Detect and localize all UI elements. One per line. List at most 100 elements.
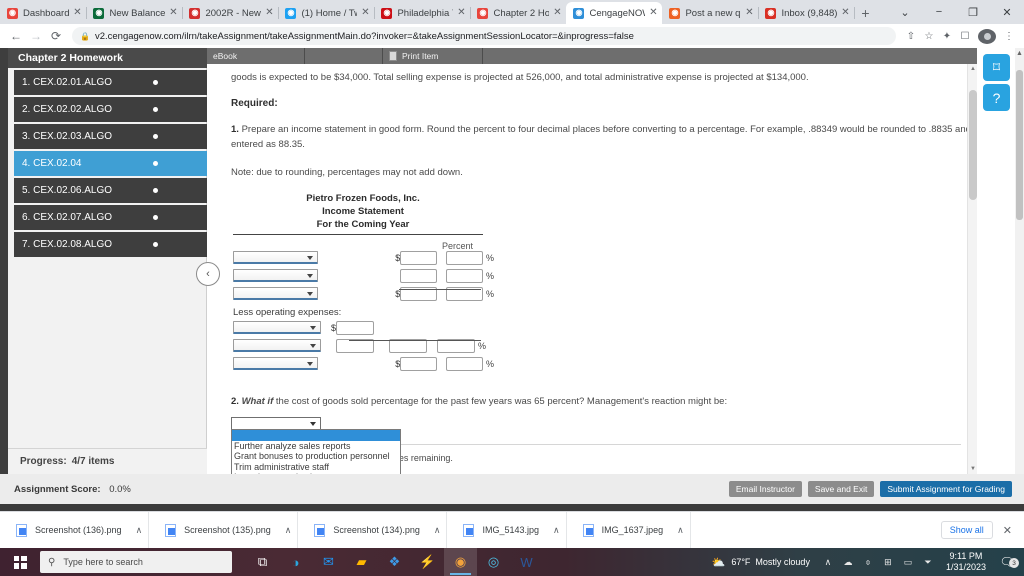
browser-tab-0[interactable]: ◉ Dashboard ✕ xyxy=(0,2,88,24)
tab-search-button[interactable]: ⌄ xyxy=(888,6,922,19)
q2-dropdown-list[interactable]: Further analyze sales reports Grant bonus… xyxy=(231,429,401,474)
tray-icon-0[interactable]: ∧ xyxy=(818,557,838,568)
side-panel-icon[interactable]: ☐ xyxy=(956,31,974,42)
tray-icon-2[interactable]: ⌽ xyxy=(858,557,878,568)
tab-blank-1[interactable] xyxy=(305,48,383,64)
q2-option-4[interactable]: Investigate production cost management xyxy=(232,472,400,474)
sidebar-collapse-icon[interactable]: ‹ xyxy=(196,262,220,286)
extensions-icon[interactable]: ✦ xyxy=(938,31,956,42)
tab-close-icon[interactable]: ✕ xyxy=(552,8,562,18)
chrome-icon[interactable]: ◉ xyxy=(444,548,477,576)
task-view-icon[interactable]: ⧉ xyxy=(246,548,279,576)
taskbar-search-input[interactable]: ⚲ Type here to search xyxy=(40,551,232,573)
tab-close-icon[interactable]: ✕ xyxy=(168,8,178,18)
q2-option-2[interactable]: Grant bonuses to production personnel xyxy=(232,451,400,462)
browser-tab-4[interactable]: ◉ Philadelphia 7 ✕ xyxy=(374,2,472,24)
download-item-2[interactable]: Screenshot (134).png ∧ xyxy=(298,511,448,549)
download-item-4[interactable]: IMG_1637.jpeg ∧ xyxy=(567,511,691,549)
weather-widget[interactable]: ⛅ 67°F Mostly cloudy xyxy=(712,556,810,569)
q2-option-0[interactable] xyxy=(232,430,400,441)
back-icon[interactable]: ← xyxy=(6,29,26,43)
file-explorer-icon[interactable]: ▰ xyxy=(345,548,378,576)
tray-icon-5[interactable]: ⏷ xyxy=(918,557,938,568)
sidebar-item-1[interactable]: 1. CEX.02.01.ALGO xyxy=(14,70,207,95)
account-select[interactable] xyxy=(233,287,318,300)
sidebar-item-2[interactable]: 2. CEX.02.02.ALGO xyxy=(14,97,207,122)
chevron-up-icon[interactable]: ∧ xyxy=(677,525,684,536)
sidebar-item-3[interactable]: 3. CEX.02.03.ALGO xyxy=(14,124,207,149)
tray-icon-4[interactable]: ▭ xyxy=(898,557,918,568)
new-tab-button[interactable]: + xyxy=(854,2,876,24)
page-scrollbar-thumb[interactable] xyxy=(1016,70,1023,220)
sidebar-item-7[interactable]: 7. CEX.02.08.ALGO xyxy=(14,232,207,257)
amount-input[interactable] xyxy=(400,356,437,371)
tab-close-icon[interactable]: ✕ xyxy=(744,8,754,18)
word-icon[interactable]: W xyxy=(510,548,543,576)
media-icon[interactable]: ◎ xyxy=(477,548,510,576)
share-icon[interactable]: ⇧ xyxy=(902,31,920,42)
account-select[interactable] xyxy=(233,339,321,352)
chevron-up-icon[interactable]: ∧ xyxy=(434,525,441,536)
amount-input[interactable] xyxy=(400,250,437,265)
tab-print-item[interactable]: Print Item xyxy=(383,48,483,64)
notification-center-button[interactable]: 🗨 3 xyxy=(994,555,1020,569)
download-item-1[interactable]: Screenshot (135).png ∧ xyxy=(149,511,299,549)
sidebar-item-4[interactable]: 4. CEX.02.04 xyxy=(14,151,207,176)
headset-icon[interactable]: ⌑ xyxy=(983,54,1010,81)
percent-input[interactable] xyxy=(446,250,483,265)
mid-amount-input[interactable] xyxy=(336,320,374,335)
tab-close-icon[interactable]: ✕ xyxy=(72,8,82,18)
close-window-button[interactable]: ✕ xyxy=(990,6,1024,19)
browser-menu-icon[interactable]: ⋮ xyxy=(1000,31,1018,42)
browser-tab-3[interactable]: ◉ (1) Home / Twi ✕ xyxy=(278,2,376,24)
scroll-up-icon[interactable]: ▲ xyxy=(1016,50,1023,57)
chevron-up-icon[interactable]: ∧ xyxy=(285,525,292,536)
address-bar[interactable]: 🔒 v2.cengagenow.com/ilrn/takeAssignment/… xyxy=(72,27,896,45)
reload-icon[interactable]: ⟳ xyxy=(46,29,66,43)
tab-close-icon[interactable]: ✕ xyxy=(264,8,274,18)
minimize-button[interactable]: − xyxy=(922,6,956,18)
account-select[interactable] xyxy=(233,357,318,370)
sidebar-item-6[interactable]: 6. CEX.02.07.ALGO xyxy=(14,205,207,230)
account-select[interactable] xyxy=(233,269,318,282)
download-item-3[interactable]: IMG_5143.jpg ∧ xyxy=(447,511,567,549)
tab-ebook[interactable]: eBook xyxy=(207,48,305,64)
tab-close-icon[interactable]: ✕ xyxy=(360,8,370,18)
start-button[interactable] xyxy=(0,548,40,576)
scrollbar-thumb[interactable] xyxy=(969,90,977,200)
percent-input[interactable] xyxy=(446,268,483,283)
browser-tab-7[interactable]: ◉ Post a new qu ✕ xyxy=(662,2,760,24)
close-downloads-icon[interactable]: ✕ xyxy=(1003,524,1012,537)
lightning-icon[interactable]: ⚡ xyxy=(411,548,444,576)
save-and-exit-button[interactable]: Save and Exit xyxy=(807,481,875,497)
question-mark-icon[interactable]: ? xyxy=(983,84,1010,111)
percent-input[interactable] xyxy=(446,356,483,371)
tab-close-icon[interactable]: ✕ xyxy=(648,8,658,18)
tray-icon-1[interactable]: ☁ xyxy=(838,557,858,568)
browser-tab-1[interactable]: ◉ New Balance ✕ xyxy=(86,2,184,24)
tab-close-icon[interactable]: ✕ xyxy=(840,8,850,18)
browser-tab-5[interactable]: ◉ Chapter 2 Hom✕ xyxy=(470,2,566,24)
email-instructor-button[interactable]: Email Instructor xyxy=(728,481,802,497)
account-select[interactable] xyxy=(233,321,321,334)
q2-option-3[interactable]: Trim administrative staff xyxy=(232,462,400,473)
download-item-0[interactable]: Screenshot (136).png ∧ xyxy=(0,511,150,549)
edge-icon[interactable]: ◑ xyxy=(279,548,312,576)
dropbox-icon[interactable]: ❖ xyxy=(378,548,411,576)
show-all-downloads-button[interactable]: Show all xyxy=(940,521,993,539)
maximize-button[interactable]: ❐ xyxy=(956,6,990,19)
bookmark-star-icon[interactable]: ☆ xyxy=(920,31,938,42)
submit-assignment-button[interactable]: Submit Assignment for Grading xyxy=(880,481,1012,497)
browser-tab-6[interactable]: ◉ CengageNOW ✕ xyxy=(566,2,663,24)
browser-tab-2[interactable]: ◉ 2002R - New B✕ xyxy=(182,2,280,24)
tray-icon-3[interactable]: ⊞ xyxy=(878,557,898,568)
page-scrollbar[interactable]: ▲ xyxy=(1015,48,1024,474)
taskbar-clock[interactable]: 9:11 PM 1/31/2023 xyxy=(946,551,986,573)
amount-input[interactable] xyxy=(400,268,437,283)
account-select[interactable] xyxy=(233,251,318,264)
question-pane-scrollbar[interactable]: ▲ ▼ xyxy=(967,64,977,474)
avatar[interactable] xyxy=(978,28,996,44)
chevron-up-icon[interactable]: ∧ xyxy=(553,525,560,536)
q2-option-1[interactable]: Further analyze sales reports xyxy=(232,441,400,452)
mail-icon[interactable]: ✉ xyxy=(312,548,345,576)
